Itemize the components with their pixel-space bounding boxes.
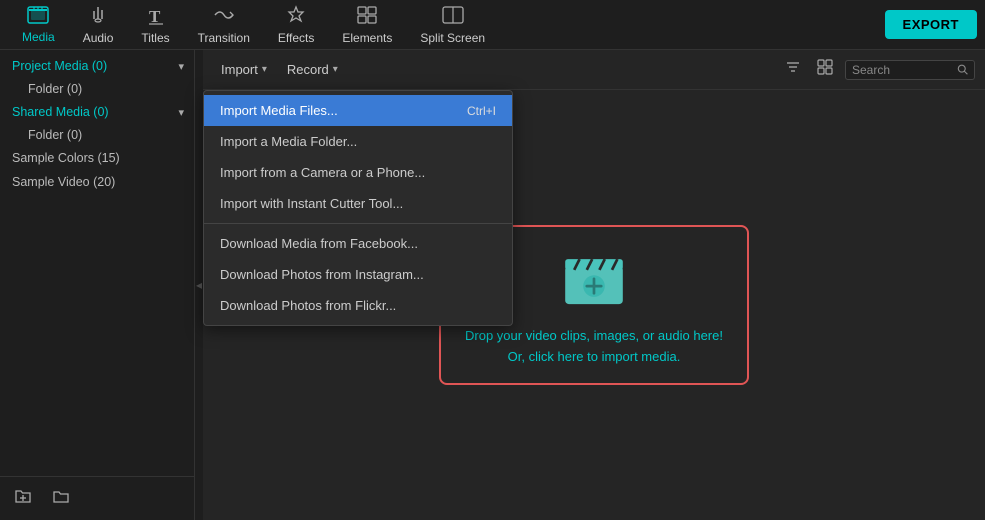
add-folder-button[interactable] [10, 485, 36, 512]
svg-text:T: T [149, 7, 161, 25]
elements-icon [356, 5, 378, 28]
toolbar-audio[interactable]: Audio [69, 1, 128, 49]
toolbar-media-label: Media [22, 30, 55, 44]
media-panel: Import ▾ Record ▾ [203, 50, 985, 520]
drop-area-line1: Drop your video clips, images, or audio … [465, 326, 723, 347]
sidebar-item-project-media[interactable]: Project Media (0) ▾ [0, 54, 194, 78]
sidebar-item-sample-colors[interactable]: Sample Colors (15) [0, 146, 194, 170]
sidebar-footer [0, 476, 194, 520]
dropdown-download-flickr[interactable]: Download Photos from Flickr... [204, 290, 512, 321]
dropdown-import-media-folder[interactable]: Import a Media Folder... [204, 126, 512, 157]
grid-view-button[interactable] [813, 55, 837, 84]
import-chevron-icon: ▾ [262, 64, 267, 75]
toolbar-elements-label: Elements [342, 31, 392, 45]
dropdown-download-instagram[interactable]: Download Photos from Instagram... [204, 259, 512, 290]
toolbar-transition[interactable]: Transition [184, 1, 264, 49]
import-button[interactable]: Import ▾ [213, 58, 275, 81]
sidebar-item-shared-media[interactable]: Shared Media (0) ▾ [0, 100, 194, 124]
sidebar-item-sample-colors-label: Sample Colors (15) [12, 151, 120, 165]
toolbar-effects[interactable]: Effects [264, 1, 328, 49]
dropdown-divider [204, 223, 512, 224]
sidebar-item-sample-video[interactable]: Sample Video (20) [0, 170, 194, 194]
toolbar-elements[interactable]: Elements [328, 1, 406, 49]
import-label: Import [221, 62, 258, 77]
sidebar-item-shared-folder-label: Folder (0) [28, 128, 82, 142]
dropdown-import-media-files[interactable]: Import Media Files... Ctrl+I [204, 95, 512, 126]
drop-area-text: Drop your video clips, images, or audio … [465, 326, 723, 368]
split-screen-icon [441, 5, 465, 28]
sidebar-content: Project Media (0) ▾ Folder (0) Shared Me… [0, 50, 194, 476]
import-instant-cutter-label: Import with Instant Cutter Tool... [220, 196, 403, 211]
media-icon [27, 6, 49, 27]
import-dropdown-menu: Import Media Files... Ctrl+I Import a Me… [203, 90, 513, 326]
record-label: Record [287, 62, 329, 77]
import-media-folder-label: Import a Media Folder... [220, 134, 357, 149]
sidebar-resize-handle[interactable] [195, 50, 203, 520]
toolbar-transition-label: Transition [198, 31, 250, 45]
sidebar-item-shared-folder[interactable]: Folder (0) [0, 124, 194, 146]
toolbar-media[interactable]: Media [8, 2, 69, 48]
shared-media-arrow: ▾ [178, 106, 184, 119]
transition-icon [212, 5, 236, 28]
toolbar-effects-label: Effects [278, 31, 314, 45]
import-media-files-label: Import Media Files... [220, 103, 338, 118]
panel-toolbar: Import ▾ Record ▾ [203, 50, 985, 90]
main-area: Project Media (0) ▾ Folder (0) Shared Me… [0, 50, 985, 520]
audio-icon [88, 5, 108, 28]
record-button[interactable]: Record ▾ [279, 58, 346, 81]
add-media-button[interactable] [48, 485, 74, 512]
clapperboard-icon [558, 242, 630, 314]
sidebar-item-shared-media-label: Shared Media (0) [12, 105, 109, 119]
toolbar-titles[interactable]: T Titles [127, 1, 183, 49]
panel-toolbar-right [781, 55, 975, 84]
download-facebook-label: Download Media from Facebook... [220, 236, 418, 251]
toolbar-titles-label: Titles [141, 31, 169, 45]
toolbar-split-screen[interactable]: Split Screen [406, 1, 499, 49]
drop-area-line2: Or, click here to import media. [465, 347, 723, 368]
sidebar-item-folder-label: Folder (0) [28, 82, 82, 96]
toolbar-split-screen-label: Split Screen [420, 31, 485, 45]
download-instagram-label: Download Photos from Instagram... [220, 267, 424, 282]
search-icon [957, 63, 968, 76]
dropdown-download-facebook[interactable]: Download Media from Facebook... [204, 228, 512, 259]
import-media-files-shortcut: Ctrl+I [467, 104, 496, 118]
search-box [845, 60, 975, 80]
dropdown-import-instant-cutter[interactable]: Import with Instant Cutter Tool... [204, 188, 512, 219]
effects-icon [285, 5, 307, 28]
sidebar-item-folder[interactable]: Folder (0) [0, 78, 194, 100]
search-input[interactable] [852, 63, 953, 77]
import-camera-label: Import from a Camera or a Phone... [220, 165, 425, 180]
sidebar-item-sample-video-label: Sample Video (20) [12, 175, 115, 189]
filter-button[interactable] [781, 55, 805, 84]
sidebar-item-project-media-label: Project Media (0) [12, 59, 107, 73]
download-flickr-label: Download Photos from Flickr... [220, 298, 396, 313]
record-chevron-icon: ▾ [333, 64, 338, 75]
export-button[interactable]: EXPORT [885, 10, 977, 39]
toolbar-audio-label: Audio [83, 31, 114, 45]
main-toolbar: Media Audio T Titles Transi [0, 0, 985, 50]
project-media-arrow: ▾ [178, 60, 184, 73]
dropdown-import-camera[interactable]: Import from a Camera or a Phone... [204, 157, 512, 188]
titles-icon: T [146, 5, 166, 28]
sidebar: Project Media (0) ▾ Folder (0) Shared Me… [0, 50, 195, 520]
